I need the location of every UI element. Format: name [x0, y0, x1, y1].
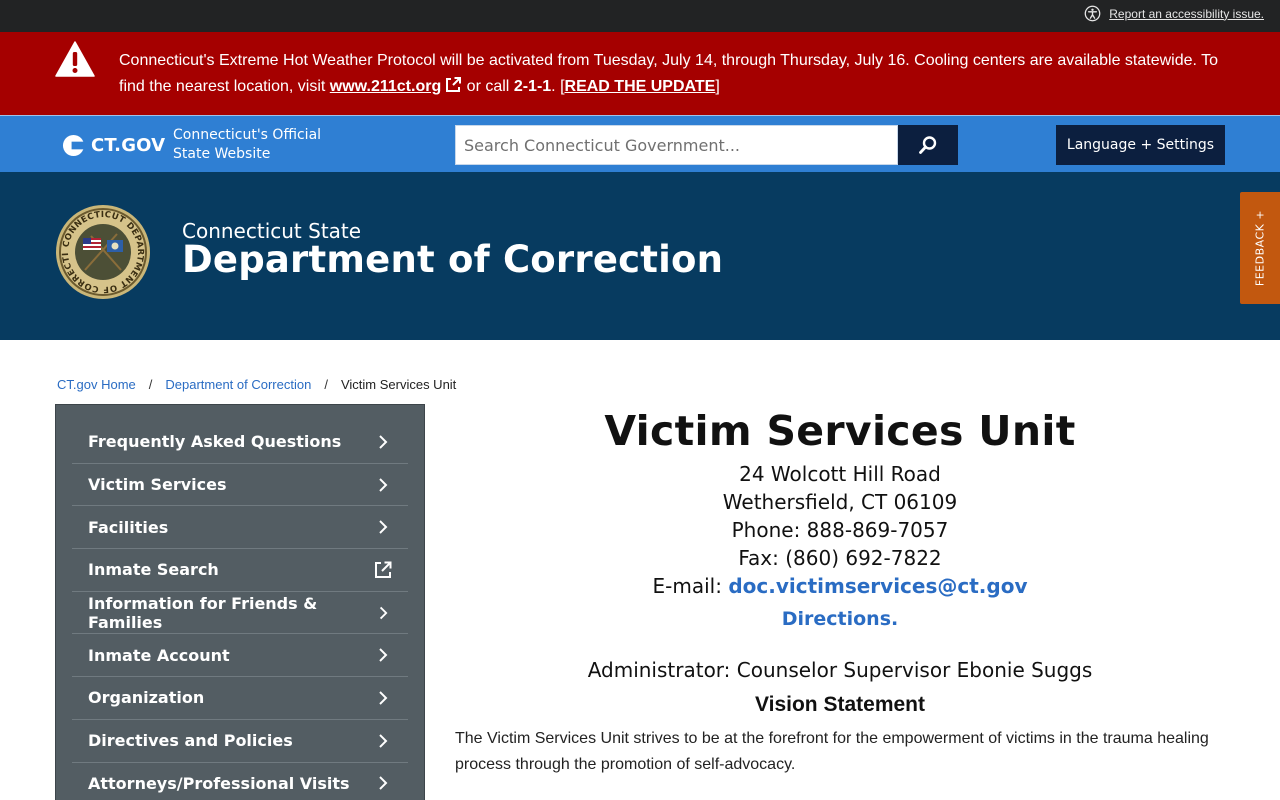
external-link-icon	[375, 561, 392, 578]
email-link[interactable]: doc.victimservices@ct.gov	[728, 574, 1027, 598]
directions-block: Directions.	[455, 608, 1225, 630]
accessibility-report-label[interactable]: Report an accessibility issue.	[1109, 7, 1264, 21]
external-link-icon	[446, 77, 462, 92]
sidebar-item-directives-policies[interactable]: Directives and Policies	[72, 720, 408, 763]
vision-paragraph: The Victim Services Unit strives to be a…	[455, 730, 1209, 773]
search-icon	[919, 136, 937, 154]
sidebar-item-inmate-search[interactable]: Inmate Search	[72, 549, 408, 592]
read-update-link[interactable]: READ THE UPDATE	[565, 78, 716, 95]
sidebar-item-faq[interactable]: Frequently Asked Questions	[72, 421, 408, 464]
language-settings-button[interactable]: Language + Settings	[1056, 125, 1225, 165]
email-line: E-mail: doc.victimservices@ct.gov	[455, 572, 1225, 600]
alert-text-end: ]	[715, 78, 720, 95]
main-content: Victim Services Unit 24 Wolcott Hill Roa…	[455, 404, 1225, 778]
accessibility-report-link[interactable]: Report an accessibility issue.	[1084, 5, 1264, 22]
breadcrumb: CT.gov Home / Department of Correction /…	[57, 377, 456, 392]
sidebar-item-label[interactable]: Inmate Search	[88, 560, 219, 579]
chevron-right-icon	[379, 477, 388, 492]
ctgov-subtitle-line2: State Website	[173, 146, 271, 162]
sidebar-item-victim-services[interactable]: Victim Services	[72, 464, 408, 507]
search-input[interactable]: Search Connecticut Government...	[455, 125, 898, 165]
utility-bar: Report an accessibility issue.	[0, 0, 1280, 32]
page-title: Victim Services Unit	[604, 407, 1076, 455]
chevron-right-icon	[379, 776, 388, 791]
alert-phone: 2-1-1	[513, 78, 552, 95]
sidebar-item-facilities[interactable]: Facilities	[72, 506, 408, 550]
chevron-right-icon	[379, 435, 388, 449]
chevron-right-icon	[379, 520, 388, 534]
accessibility-icon	[1084, 5, 1101, 22]
agency-banner: CONNECTICUT DEPARTMENT OF CORRECTION Con…	[0, 172, 1280, 340]
fax-number: Fax: (860) 692-7822	[738, 546, 942, 570]
phone-number: Phone: 888-869-7057	[731, 518, 949, 542]
sidebar-item-attorneys-visits[interactable]: Attorneys/Professional Visits	[72, 763, 408, 800]
chevron-right-icon	[380, 606, 388, 619]
sidebar-item-label[interactable]: Inmate Account	[88, 646, 230, 665]
administrator-line: Administrator: Counselor Supervisor Ebon…	[587, 658, 1093, 682]
feedback-label[interactable]: FEEDBACK +	[1254, 210, 1267, 286]
sidebar-item-inmate-account[interactable]: Inmate Account	[72, 634, 408, 678]
breadcrumb-ctgov-home[interactable]: CT.gov Home	[57, 377, 136, 392]
sidebar-item-label[interactable]: Facilities	[88, 518, 168, 537]
chevron-right-icon	[379, 733, 388, 748]
address-line-1: 24 Wolcott Hill Road	[739, 462, 941, 486]
sidebar-nav: Frequently Asked Questions Victim Servic…	[55, 404, 425, 800]
ctgov-subtitle: Connecticut's Official State Website	[173, 126, 321, 164]
alert-211-link-label[interactable]: www.211ct.org	[330, 78, 441, 95]
ctgov-logo-icon	[62, 134, 85, 157]
alert-message: Connecticut's Extreme Hot Weather Protoc…	[119, 48, 1239, 100]
vision-heading: Vision Statement	[755, 693, 925, 716]
ctgov-logo[interactable]: CT.GOV	[62, 134, 165, 157]
sidebar-item-label[interactable]: Frequently Asked Questions	[88, 432, 341, 451]
sidebar-item-friends-families[interactable]: Information for Friends & Families	[72, 592, 408, 635]
address-line-2: Wethersfield, CT 06109	[722, 490, 958, 514]
alert-211-link[interactable]: www.211ct.org	[330, 77, 462, 95]
agency-name[interactable]: Department of Correction	[182, 238, 723, 281]
warning-icon	[55, 41, 95, 77]
sidebar-item-label[interactable]: Organization	[88, 688, 204, 707]
breadcrumb-current: Victim Services Unit	[340, 377, 457, 392]
ctgov-header: CT.GOV Connecticut's Official State Webs…	[0, 115, 1280, 172]
department-seal-logo[interactable]: CONNECTICUT DEPARTMENT OF CORRECTION	[55, 204, 151, 300]
sidebar-item-label[interactable]: Victim Services	[88, 475, 226, 494]
breadcrumb-department[interactable]: Department of Correction	[165, 377, 311, 392]
contact-block: 24 Wolcott Hill Road Wethersfield, CT 06…	[455, 460, 1225, 600]
alert-text-sep: . [	[551, 78, 565, 95]
search-button[interactable]	[898, 125, 958, 165]
sidebar-item-label[interactable]: Attorneys/Professional Visits	[88, 774, 350, 793]
directions-link[interactable]: Directions.	[782, 608, 899, 630]
sidebar-item-label[interactable]: Directives and Policies	[88, 731, 293, 750]
breadcrumb-separator: /	[324, 377, 328, 392]
ctgov-subtitle-line1: Connecticut's Official	[173, 127, 322, 143]
chevron-right-icon	[379, 648, 388, 662]
sidebar-item-label[interactable]: Information for Friends & Families	[88, 594, 375, 632]
ctgov-logo-text[interactable]: CT.GOV	[91, 135, 165, 156]
chevron-right-icon	[379, 691, 388, 705]
breadcrumb-separator: /	[148, 377, 153, 392]
feedback-tab[interactable]: FEEDBACK +	[1240, 192, 1280, 304]
sidebar-item-organization[interactable]: Organization	[72, 677, 408, 720]
alert-banner: Connecticut's Extreme Hot Weather Protoc…	[0, 32, 1280, 115]
alert-text-call: or call	[462, 78, 514, 95]
email-label: E-mail:	[652, 574, 729, 598]
